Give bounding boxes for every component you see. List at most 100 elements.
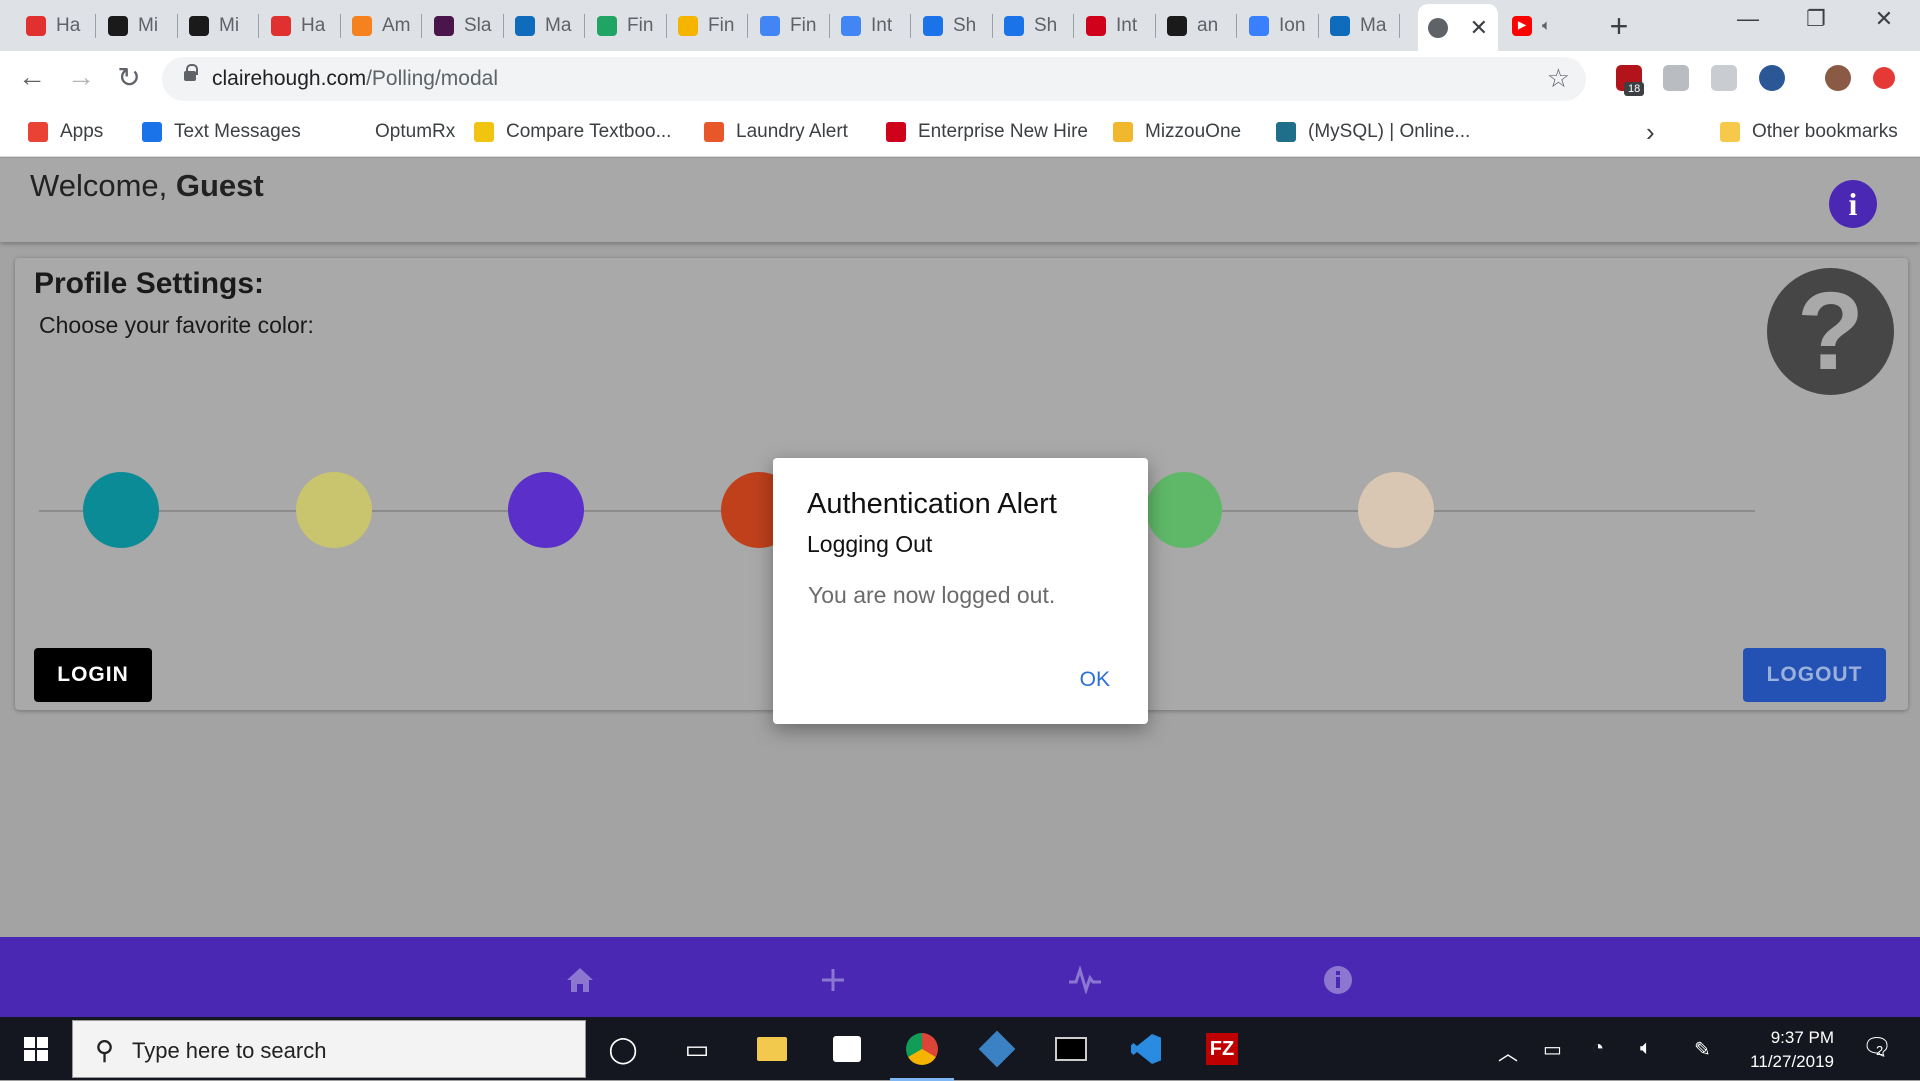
- add-icon[interactable]: [816, 963, 850, 997]
- auth-alert-dialog: Authentication Alert Logging Out You are…: [773, 458, 1148, 724]
- tab-separator: [339, 14, 341, 38]
- store-icon[interactable]: [827, 1029, 867, 1069]
- bookmark-icon: [343, 122, 363, 142]
- tab[interactable]: Ion: [1239, 6, 1317, 45]
- volume-icon[interactable]: 🔈︎: [1640, 1037, 1652, 1060]
- tab-label: Fin: [790, 14, 817, 36]
- tab-separator: [502, 14, 504, 38]
- bookmarks-bar: Apps Text Messages OptumRx Compare Textboo.…: [0, 107, 1920, 157]
- bookmark-item[interactable]: Compare Textboo...: [474, 119, 671, 145]
- tab[interactable]: Ha: [16, 6, 94, 45]
- tab[interactable]: Sla: [424, 6, 502, 45]
- help-button[interactable]: ?: [1767, 268, 1894, 395]
- bookmark-star-icon[interactable]: ☆: [1547, 63, 1570, 94]
- pen-icon[interactable]: ✎: [1694, 1037, 1711, 1062]
- tab[interactable]: Sh: [994, 6, 1072, 45]
- tab-label: Int: [871, 14, 893, 36]
- tab-label: Ion: [1279, 14, 1306, 36]
- taskbar-search-box[interactable]: ⚲ Type here to search: [72, 1020, 586, 1078]
- tab[interactable]: Mi: [179, 6, 257, 45]
- windows-start-icon[interactable]: [24, 1037, 48, 1061]
- bookmark-icon: [142, 122, 162, 142]
- restore-button[interactable]: ❐: [1796, 6, 1836, 32]
- info-icon[interactable]: [1321, 963, 1355, 997]
- tray-chevron-icon[interactable]: ︿: [1498, 1037, 1518, 1066]
- bookmarks-more-icon[interactable]: ›: [1646, 117, 1655, 147]
- bookmark-item[interactable]: OptumRx: [343, 119, 455, 145]
- terminal-icon[interactable]: [1051, 1029, 1091, 1069]
- cortana-icon[interactable]: ◯: [603, 1029, 643, 1069]
- tab[interactable]: Am: [342, 6, 420, 45]
- chrome-icon[interactable]: [890, 1029, 954, 1081]
- home-icon[interactable]: [563, 963, 597, 997]
- tab-favicon-icon: [1004, 15, 1024, 36]
- avatar[interactable]: [1825, 65, 1851, 91]
- color-option[interactable]: [508, 472, 584, 548]
- tab-active[interactable]: ✕: [1418, 4, 1498, 51]
- close-tab-icon[interactable]: ✕: [1470, 15, 1488, 41]
- tab[interactable]: Mi: [98, 6, 176, 45]
- notification-center-icon[interactable]: 🗨︎ 2: [1862, 1033, 1892, 1062]
- color-option[interactable]: [1358, 472, 1434, 548]
- extension-gray-icon[interactable]: [1663, 65, 1689, 91]
- card-title: Profile Settings:: [34, 267, 265, 300]
- ok-button[interactable]: OK: [1080, 668, 1110, 692]
- info-button[interactable]: i: [1829, 180, 1877, 228]
- tab-separator: [828, 14, 830, 38]
- url-text[interactable]: clairehough.com/Polling/modal: [212, 67, 498, 91]
- tab-favicon-icon: [1249, 15, 1269, 36]
- bookmark-item[interactable]: (MySQL) | Online...: [1276, 119, 1470, 145]
- taskbar-clock[interactable]: 9:37 PM 11/27/2019: [1740, 1026, 1834, 1074]
- card-subtitle: Choose your favorite color:: [39, 312, 314, 338]
- tab[interactable]: Ma: [505, 6, 583, 45]
- tab[interactable]: Fin: [750, 6, 828, 45]
- bookmark-item[interactable]: Laundry Alert: [704, 119, 848, 145]
- minimize-button[interactable]: —: [1728, 6, 1768, 32]
- bookmark-item[interactable]: Enterprise New Hire: [886, 119, 1088, 145]
- logout-button[interactable]: LOGOUT: [1743, 648, 1886, 702]
- tab[interactable]: Sh: [913, 6, 991, 45]
- color-option[interactable]: [83, 472, 159, 548]
- bookmark-icon: [1276, 122, 1296, 142]
- login-button[interactable]: LOGIN: [34, 648, 152, 702]
- task-view-icon[interactable]: ▭: [677, 1029, 717, 1069]
- tab-separator: [257, 14, 259, 38]
- close-window-button[interactable]: ✕: [1864, 6, 1904, 32]
- bookmark-item[interactable]: Apps: [28, 119, 103, 145]
- extension-cast-icon[interactable]: [1711, 65, 1737, 91]
- tab[interactable]: Int: [831, 6, 909, 45]
- tab[interactable]: Int: [1076, 6, 1154, 45]
- new-tab-button[interactable]: +: [1604, 8, 1634, 45]
- address-bar[interactable]: clairehough.com/Polling/modal ☆: [162, 57, 1586, 101]
- welcome-user: Guest: [175, 168, 264, 203]
- color-option[interactable]: [1146, 472, 1222, 548]
- bookmark-item[interactable]: Text Messages: [142, 119, 301, 145]
- tab-favicon-icon: [678, 15, 698, 36]
- reload-icon[interactable]: ↻: [111, 61, 147, 94]
- tab-audio[interactable]: ▶ 🔈︎: [1502, 6, 1582, 45]
- bookmark-label: Apps: [60, 121, 104, 142]
- color-option[interactable]: [296, 472, 372, 548]
- pulse-icon[interactable]: [1068, 963, 1102, 997]
- other-bookmarks[interactable]: Other bookmarks: [1720, 119, 1898, 145]
- update-icon[interactable]: [1873, 67, 1895, 89]
- extension-blue-icon[interactable]: [1759, 65, 1785, 91]
- wifi-icon[interactable]: ◔: [1592, 1037, 1604, 1060]
- tab-favicon-icon: [271, 15, 291, 36]
- filezilla-icon[interactable]: FZ: [1202, 1029, 1242, 1069]
- welcome-text: Welcome, Guest: [30, 168, 264, 204]
- tab[interactable]: Fin: [587, 6, 665, 45]
- battery-icon[interactable]: ▭: [1543, 1037, 1562, 1062]
- tab[interactable]: Fin: [668, 6, 746, 45]
- bookmark-item[interactable]: MizzouOne: [1113, 119, 1241, 145]
- tab[interactable]: an: [1157, 6, 1235, 45]
- back-icon[interactable]: ←: [14, 61, 50, 93]
- file-explorer-icon[interactable]: [752, 1029, 792, 1069]
- tab[interactable]: Ma: [1320, 6, 1398, 45]
- forward-icon[interactable]: →: [63, 61, 99, 93]
- git-client-icon[interactable]: [977, 1029, 1017, 1069]
- search-placeholder: Type here to search: [132, 1038, 327, 1063]
- tab[interactable]: Ha: [261, 6, 339, 45]
- tab-separator: [1235, 14, 1237, 38]
- vscode-icon[interactable]: [1126, 1029, 1166, 1069]
